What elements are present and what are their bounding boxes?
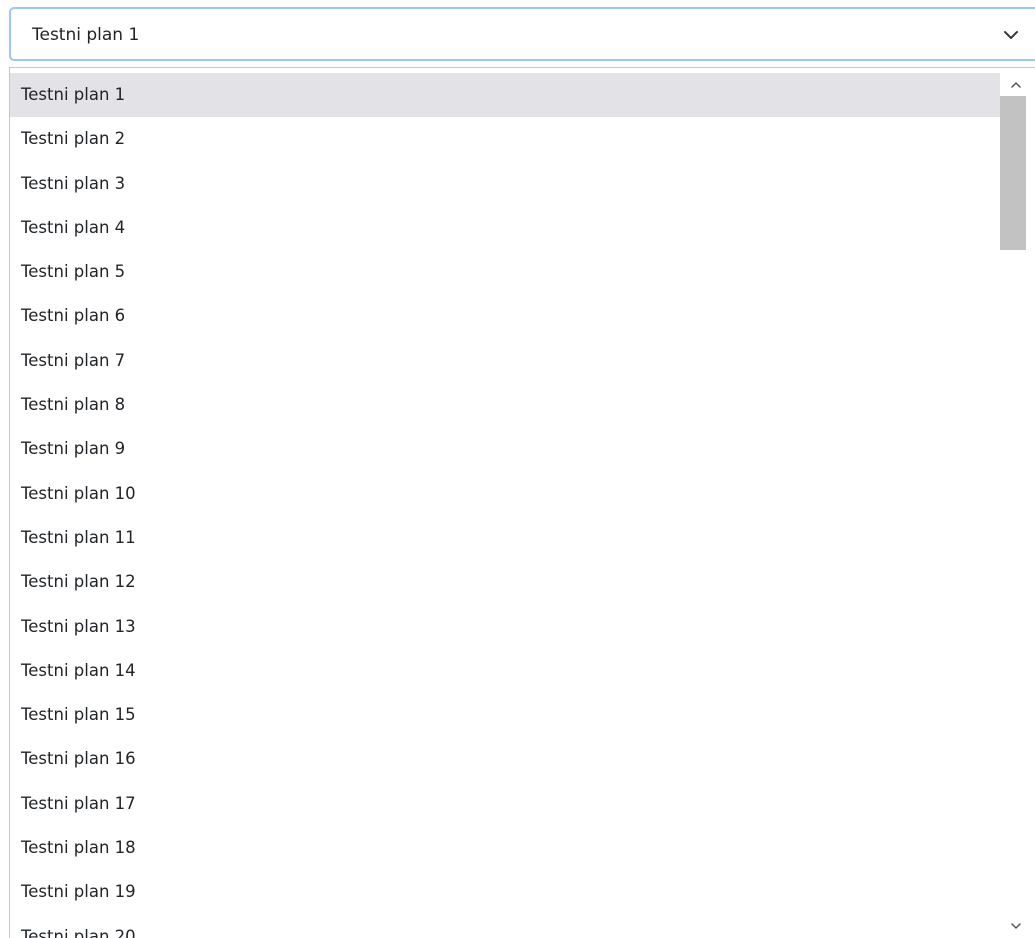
option-item[interactable]: Testni plan 20 [10, 915, 1000, 938]
scroll-up-arrow-icon [1011, 82, 1021, 88]
option-item[interactable]: Testni plan 15 [10, 693, 1000, 737]
chevron-down-icon[interactable] [1001, 25, 1021, 45]
scroll-track[interactable] [1000, 96, 1035, 906]
option-item[interactable]: Testni plan 7 [10, 339, 1000, 383]
option-item[interactable]: Testni plan 3 [10, 162, 1000, 206]
option-item[interactable]: Testni plan 12 [10, 560, 1000, 604]
scroll-down-button[interactable] [1000, 913, 1035, 938]
option-item[interactable]: Testni plan 2 [10, 117, 1000, 161]
scroll-down-arrow-icon [1011, 923, 1021, 929]
dropdown-list[interactable]: Testni plan 1 Testni plan 2 Testni plan 3T… [9, 67, 1035, 938]
option-item[interactable]: Testni plan 5 [10, 250, 1000, 294]
option-item[interactable]: Testni plan 14 [10, 649, 1000, 693]
scrollbar[interactable] [1000, 68, 1035, 938]
option-item[interactable]: Testni plan 6 [10, 294, 1000, 338]
option-item[interactable]: Testni plan 18 [10, 826, 1000, 870]
select-value: Testni plan 1 [32, 25, 140, 45]
option-item[interactable]: Testni plan 11 [10, 516, 1000, 560]
option-item[interactable]: Testni plan 16 [10, 737, 1000, 781]
option-item[interactable]: Testni plan 1 [10, 73, 1000, 118]
option-item[interactable]: Testni plan 19 [10, 870, 1000, 914]
option-item[interactable]: Testni plan 9 [10, 427, 1000, 471]
option-item[interactable]: Testni plan 10 [10, 472, 1000, 516]
option-item[interactable]: Testni plan 13 [10, 605, 1000, 649]
option-item[interactable]: Testni plan 8 [10, 383, 1000, 427]
option-item[interactable]: Testni plan 17 [10, 782, 1000, 826]
scroll-thumb[interactable] [1000, 96, 1026, 250]
options-list: Testni plan 1 Testni plan 2 Testni plan 3T… [10, 73, 1000, 938]
plan-select[interactable]: Testni plan 1 [9, 7, 1035, 61]
option-item[interactable]: Testni plan 4 [10, 206, 1000, 250]
